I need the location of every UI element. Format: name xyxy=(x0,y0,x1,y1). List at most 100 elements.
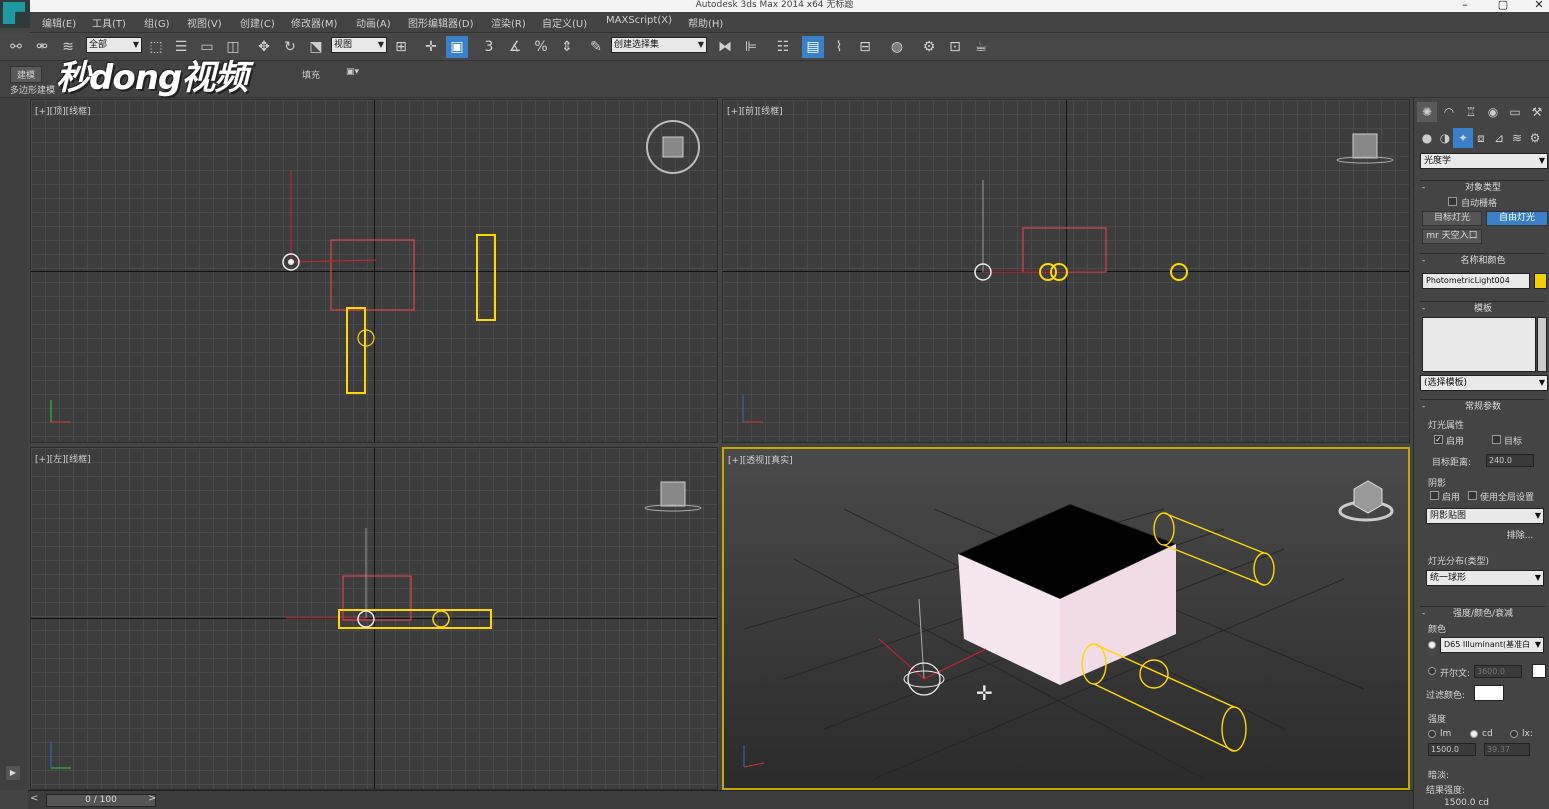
sky-portal-button[interactable]: mr 天空入口 xyxy=(1422,229,1482,244)
light-category-dropdown[interactable]: 光度学 ▼ xyxy=(1420,153,1548,169)
ribbon-tab-modeling[interactable]: 建模 xyxy=(10,66,43,83)
viewport-label-front[interactable]: [+][前][线框] xyxy=(727,104,783,117)
named-selection-dropdown[interactable]: 创建选择集 ▼ xyxy=(611,37,707,53)
spacewarps-icon[interactable]: ≋ xyxy=(1507,128,1527,148)
menu-customize[interactable]: 自定义(U) xyxy=(542,15,587,30)
viewport-left[interactable]: [+][左][线框] xyxy=(30,447,718,790)
object-color-swatch[interactable] xyxy=(1534,273,1547,289)
display-tab-icon[interactable]: ▭ xyxy=(1505,102,1525,122)
helpers-icon[interactable]: ⊿ xyxy=(1489,128,1509,148)
template-dropdown[interactable]: (选择模板) ▼ xyxy=(1420,375,1548,391)
render-teapot-icon[interactable]: ☕ xyxy=(970,36,992,58)
shadows-on-checkbox[interactable] xyxy=(1430,491,1439,500)
snap-toggle-icon[interactable]: 3 xyxy=(478,36,500,58)
motion-tab-icon[interactable]: ◉ xyxy=(1483,102,1503,122)
light-on-checkbox[interactable]: ✓ xyxy=(1434,435,1443,444)
rendered-frame-window-icon[interactable]: ⊡ xyxy=(944,36,966,58)
rollout-templates[interactable]: - 模板 xyxy=(1420,301,1546,315)
create-tab-icon[interactable]: ✺ xyxy=(1417,102,1437,122)
autogrid-checkbox[interactable] xyxy=(1448,197,1457,206)
spinner-snap-icon[interactable]: ⇕ xyxy=(556,36,578,58)
rollout-object-type[interactable]: - 对象类型 xyxy=(1420,180,1546,194)
render-setup-icon[interactable]: ⚙ xyxy=(918,36,940,58)
filter-color-swatch[interactable] xyxy=(1474,685,1504,701)
menu-graph-editors[interactable]: 图形编辑器(D) xyxy=(408,15,474,30)
unlink-icon[interactable]: ⚮ xyxy=(31,36,53,58)
color-preset-dropdown[interactable]: D65 Illuminant(基准白 ▼ xyxy=(1440,637,1544,653)
menu-modifiers[interactable]: 修改器(M) xyxy=(291,15,337,30)
object-name-field[interactable]: PhotometricLight004 xyxy=(1422,273,1530,289)
curve-editor-icon[interactable]: ⌇ xyxy=(828,36,850,58)
menu-group[interactable]: 组(G) xyxy=(144,15,170,30)
use-global-checkbox[interactable] xyxy=(1468,491,1477,500)
viewport-front[interactable]: [+][前][线框] xyxy=(722,99,1410,443)
edit-named-selection-icon[interactable]: ✎ xyxy=(585,36,607,58)
reference-coordinate-dropdown[interactable]: 视图 ▼ xyxy=(331,37,387,53)
keyboard-shortcut-override-icon[interactable]: ▣ xyxy=(446,36,468,58)
target-distance-spinner[interactable]: 240.0 xyxy=(1486,454,1534,467)
viewport-label-top[interactable]: [+][顶][线框] xyxy=(35,104,91,117)
menu-help[interactable]: 帮助(H) xyxy=(688,15,723,30)
systems-icon[interactable]: ⚙ xyxy=(1525,128,1545,148)
scale-icon[interactable]: ⬔ xyxy=(305,36,327,58)
template-list[interactable] xyxy=(1422,317,1536,372)
time-slider[interactable]: 0 / 100 xyxy=(46,794,156,807)
close-button[interactable]: ✕ xyxy=(1520,0,1549,12)
lx-distance-spinner[interactable]: 39.37 xyxy=(1484,743,1530,756)
targeted-checkbox[interactable] xyxy=(1492,435,1501,444)
menu-tools[interactable]: 工具(T) xyxy=(92,15,126,30)
next-frame-icon[interactable]: > xyxy=(148,793,156,804)
intensity-spinner[interactable]: 1500.0 xyxy=(1428,743,1476,756)
rollout-general-params[interactable]: - 常规参数 xyxy=(1420,399,1546,413)
maximize-button[interactable]: ▢ xyxy=(1484,0,1522,12)
free-light-button[interactable]: 自由灯光 xyxy=(1486,211,1548,226)
viewport-label-perspective[interactable]: [+][透视][真实] xyxy=(728,453,793,466)
select-manipulate-icon[interactable]: ✛ xyxy=(420,36,442,58)
exclude-button[interactable]: 排除... xyxy=(1496,529,1544,544)
utilities-tab-icon[interactable]: ⚒ xyxy=(1527,102,1547,122)
viewport-label-left[interactable]: [+][左][线框] xyxy=(35,452,91,465)
mirror-icon[interactable]: ⧓ xyxy=(714,36,736,58)
minimize-button[interactable]: – xyxy=(1446,0,1484,12)
lights-icon[interactable]: ✦ xyxy=(1453,128,1473,148)
pivot-center-icon[interactable]: ⊞ xyxy=(390,36,412,58)
material-editor-icon[interactable]: ◍ xyxy=(886,36,908,58)
geometry-icon[interactable]: ● xyxy=(1417,128,1437,148)
kelvin-radio[interactable] xyxy=(1428,667,1436,675)
menu-maxscript[interactable]: MAXScript(X) xyxy=(606,15,672,26)
prev-frame-icon[interactable]: < xyxy=(30,793,38,804)
layer-manager-icon[interactable]: ☷ xyxy=(772,36,794,58)
ribbon-tab-fill[interactable]: 填充 xyxy=(302,68,320,81)
percent-snap-icon[interactable]: % xyxy=(530,36,552,58)
cameras-icon[interactable]: ⧈ xyxy=(1471,128,1491,148)
kelvin-color-swatch[interactable] xyxy=(1532,664,1546,678)
target-light-button[interactable]: 目标灯光 xyxy=(1422,211,1482,226)
move-icon[interactable]: ✥ xyxy=(253,36,275,58)
menu-rendering[interactable]: 渲染(R) xyxy=(491,15,526,30)
shadow-type-dropdown[interactable]: 阴影贴图 ▼ xyxy=(1426,508,1544,524)
menu-edit[interactable]: 编辑(E) xyxy=(42,15,76,30)
distribution-dropdown[interactable]: 统一球形 ▼ xyxy=(1426,570,1544,586)
viewport-perspective[interactable]: ✛ [+][透视][真实] xyxy=(722,447,1410,790)
unit-cd-radio[interactable] xyxy=(1470,730,1478,738)
rollout-name-color[interactable]: - 名称和颜色 xyxy=(1420,253,1546,267)
schematic-view-icon[interactable]: ⊟ xyxy=(854,36,876,58)
menu-animation[interactable]: 动画(A) xyxy=(356,15,391,30)
rollout-intensity-color[interactable]: - 强度/颜色/衰减 xyxy=(1420,606,1546,620)
menu-views[interactable]: 视图(V) xyxy=(187,15,222,30)
unit-lx-radio[interactable] xyxy=(1510,730,1518,738)
template-list-scrollbar[interactable] xyxy=(1537,317,1547,372)
rotate-icon[interactable]: ↻ xyxy=(279,36,301,58)
ribbon-panel-polymodeling[interactable]: 多边形建模 xyxy=(10,83,55,96)
angle-snap-icon[interactable]: ∡ xyxy=(504,36,526,58)
app-menu-button[interactable] xyxy=(0,0,30,28)
shapes-icon[interactable]: ◑ xyxy=(1435,128,1455,148)
play-icon[interactable]: ▶ xyxy=(6,766,20,780)
viewport-top[interactable]: [+][顶][线框] xyxy=(30,99,718,443)
align-icon[interactable]: ⊫ xyxy=(740,36,762,58)
link-icon[interactable]: ⚯ xyxy=(5,36,27,58)
hierarchy-tab-icon[interactable]: ♖ xyxy=(1461,102,1481,122)
ribbon-options-icon[interactable]: ▣▾ xyxy=(346,67,359,77)
modify-tab-icon[interactable]: ◠ xyxy=(1439,102,1459,122)
color-preset-radio[interactable] xyxy=(1428,641,1436,649)
